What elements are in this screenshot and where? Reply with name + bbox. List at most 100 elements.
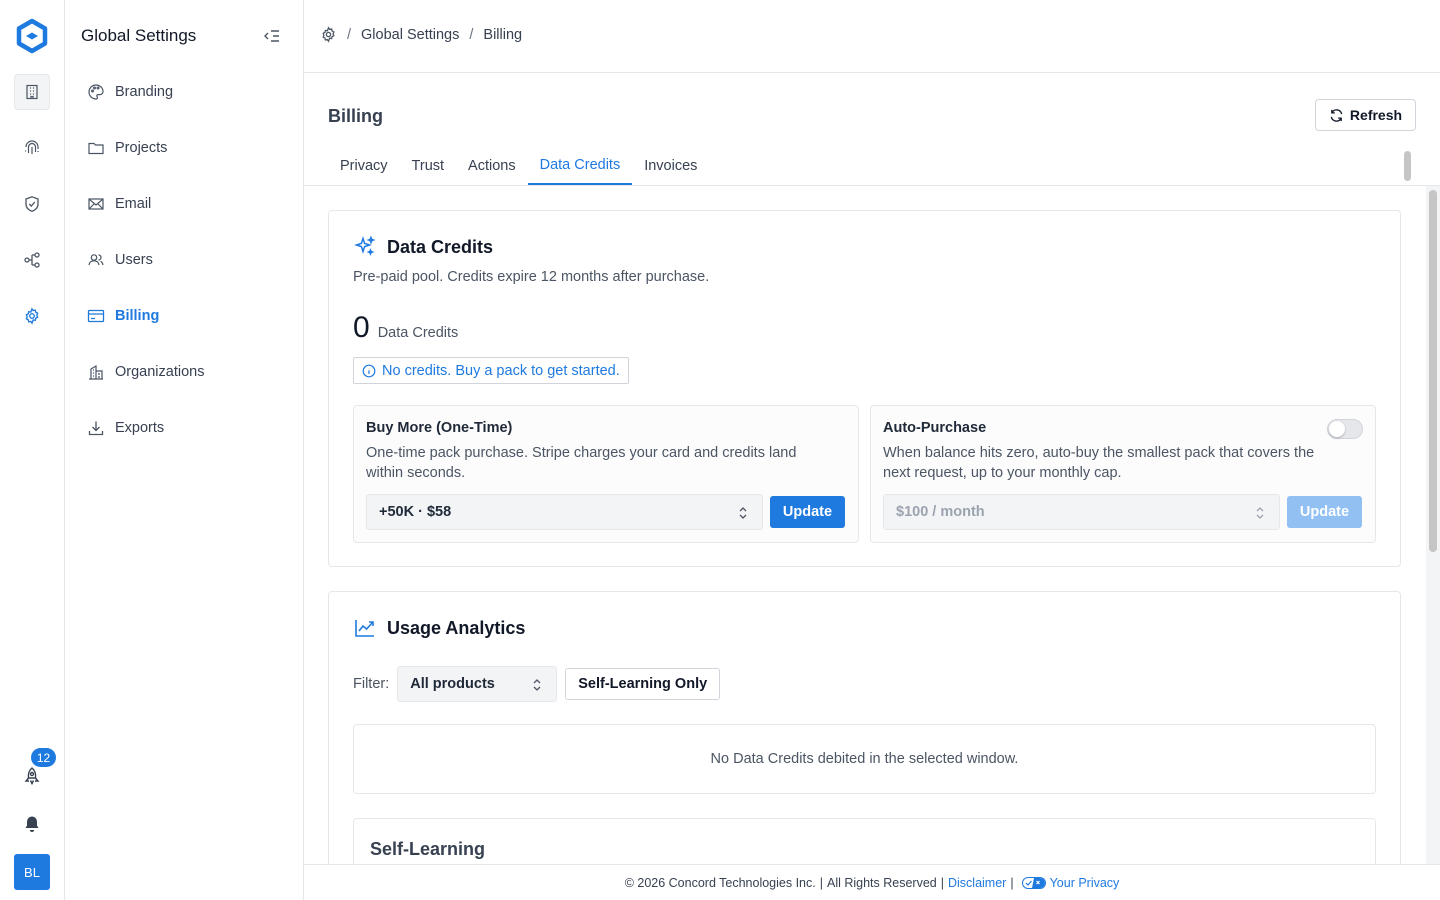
refresh-icon <box>1330 108 1343 122</box>
breadcrumb: / Global Settings / Billing <box>320 26 522 43</box>
gear-icon <box>25 307 39 325</box>
auto-purchase-update-button[interactable]: Update <box>1287 496 1362 528</box>
data-credits-heading: Data Credits <box>353 235 493 259</box>
breadcrumb-global-settings[interactable]: Global Settings <box>361 27 459 43</box>
data-credits-card: Data Credits Pre-paid pool. Credits expi… <box>328 210 1401 567</box>
footer: © 2026 Concord Technologies Inc. | All R… <box>304 864 1440 900</box>
usage-empty-state: No Data Credits debited in the selected … <box>353 724 1376 794</box>
breadcrumb-separator: / <box>347 26 352 43</box>
tab-actions[interactable]: Actions <box>456 147 528 185</box>
sidebar-item-label: Email <box>115 196 152 212</box>
users-icon <box>88 254 104 266</box>
billing-tabs: Privacy Trust Actions Data Credits Invoi… <box>328 147 709 185</box>
tab-invoices[interactable]: Invoices <box>632 147 709 185</box>
sidebar-item-label: Users <box>115 252 153 268</box>
sidebar-item-organizations[interactable]: Organizations <box>87 360 204 384</box>
bell-icon <box>25 816 39 832</box>
chevron-updown-icon <box>739 507 747 519</box>
sidebar-item-projects[interactable]: Projects <box>87 136 167 160</box>
sidebar-item-users[interactable]: Users <box>87 248 153 272</box>
main-content: Data Credits Pre-paid pool. Credits expi… <box>304 186 1440 864</box>
footer-separator: | <box>940 875 944 890</box>
icon-rail: 12 BL <box>0 0 65 900</box>
product-filter-select[interactable]: All products <box>397 666 558 702</box>
download-icon <box>88 421 104 436</box>
privacy-link[interactable]: Your Privacy <box>1021 875 1120 890</box>
sidebar-item-billing[interactable]: Billing <box>87 304 159 328</box>
usage-filter-row: Filter: All products Self-Learning Only <box>353 666 721 702</box>
rail-security-button[interactable] <box>14 186 50 222</box>
collapse-sidebar-icon[interactable] <box>262 26 282 46</box>
tabs-scrollbar[interactable] <box>1404 151 1411 181</box>
rail-settings-button[interactable] <box>14 298 50 334</box>
refresh-button[interactable]: Refresh <box>1315 99 1416 131</box>
rail-organizations-button[interactable] <box>14 74 50 110</box>
filter-label: Filter: <box>353 676 390 692</box>
pack-select[interactable]: +50K · $58 <box>366 494 763 530</box>
auto-purchase-title: Auto-Purchase <box>883 420 987 436</box>
chevron-updown-icon <box>1256 507 1264 519</box>
disclaimer-link[interactable]: Disclaimer <box>948 876 1006 890</box>
privacy-choices-icon <box>1021 876 1046 889</box>
self-learning-title: Self-Learning <box>370 839 486 859</box>
top-header: / Global Settings / Billing <box>304 0 1440 73</box>
releases-count-badge: 12 <box>31 748 56 767</box>
app-logo-icon[interactable] <box>14 18 50 54</box>
credits-balance-value: 0 <box>353 311 370 344</box>
sidebar-title: Global Settings <box>81 26 197 45</box>
auto-purchase-toggle[interactable] <box>1327 419 1363 439</box>
tab-privacy[interactable]: Privacy <box>328 147 400 185</box>
notice-text: No credits. Buy a pack to get started. <box>382 362 620 379</box>
monthly-cap-select[interactable]: $100 / month <box>883 494 1280 530</box>
sidebar-item-exports[interactable]: Exports <box>87 416 164 440</box>
data-credits-title: Data Credits <box>387 236 494 257</box>
breadcrumb-billing: Billing <box>483 26 523 43</box>
refresh-label: Refresh <box>1349 107 1403 123</box>
sidebar-item-label: Projects <box>115 140 168 156</box>
monthly-cap-value: $100 / month <box>896 504 985 520</box>
fingerprint-icon <box>24 140 39 154</box>
content-scrollbar-thumb[interactable] <box>1429 190 1437 552</box>
chevron-updown-icon <box>533 679 541 691</box>
credits-balance-unit: Data Credits <box>377 325 459 341</box>
tab-trust[interactable]: Trust <box>400 147 457 185</box>
footer-rights: All Rights Reserved <box>826 875 937 890</box>
info-icon <box>362 364 376 377</box>
buy-update-button[interactable]: Update <box>770 496 845 528</box>
privacy-label: Your Privacy <box>1049 875 1120 890</box>
palette-icon <box>88 84 104 100</box>
billing-icon <box>87 309 105 323</box>
sidebar-item-label: Billing <box>115 308 160 324</box>
shield-check-icon <box>25 196 39 212</box>
sidebar-item-label: Exports <box>115 420 165 436</box>
usage-analytics-title: Usage Analytics <box>387 617 526 638</box>
page-title: Billing <box>328 106 383 126</box>
trending-up-icon <box>355 620 374 637</box>
sidebar-item-email[interactable]: Email <box>87 192 151 216</box>
mail-icon <box>88 198 104 210</box>
organizations-icon <box>89 364 103 380</box>
data-credits-description: Pre-paid pool. Credits expire 12 months … <box>353 269 710 285</box>
sparkles-icon <box>354 235 376 256</box>
sidebar-item-branding[interactable]: Branding <box>87 80 173 104</box>
pack-select-value: +50K · $58 <box>379 504 452 520</box>
footer-separator: | <box>1010 875 1014 890</box>
breadcrumb-separator: / <box>469 26 474 43</box>
self-learning-only-button[interactable]: Self-Learning Only <box>565 668 721 700</box>
user-avatar[interactable]: BL <box>14 854 50 890</box>
buy-more-description: One-time pack purchase. Stripe charges y… <box>366 445 797 481</box>
settings-sidebar: Global Settings Branding Projects Email … <box>65 0 304 900</box>
auto-purchase-panel: Auto-Purchase When balance hits zero, au… <box>870 405 1376 543</box>
buildings-icon <box>26 84 38 100</box>
sidebar-item-label: Branding <box>115 84 174 100</box>
gear-icon[interactable] <box>320 26 337 43</box>
buy-more-title: Buy More (One-Time) <box>366 420 513 436</box>
tab-data-credits[interactable]: Data Credits <box>527 147 633 185</box>
rail-workflows-button[interactable] <box>14 242 50 278</box>
rail-notifications-button[interactable] <box>14 806 50 842</box>
no-credits-notice: No credits. Buy a pack to get started. <box>353 357 629 384</box>
rail-identity-button[interactable] <box>14 130 50 166</box>
self-learning-section: Self-Learning <box>353 818 1376 864</box>
product-filter-value: All products <box>410 676 495 692</box>
rocket-icon <box>24 767 40 786</box>
